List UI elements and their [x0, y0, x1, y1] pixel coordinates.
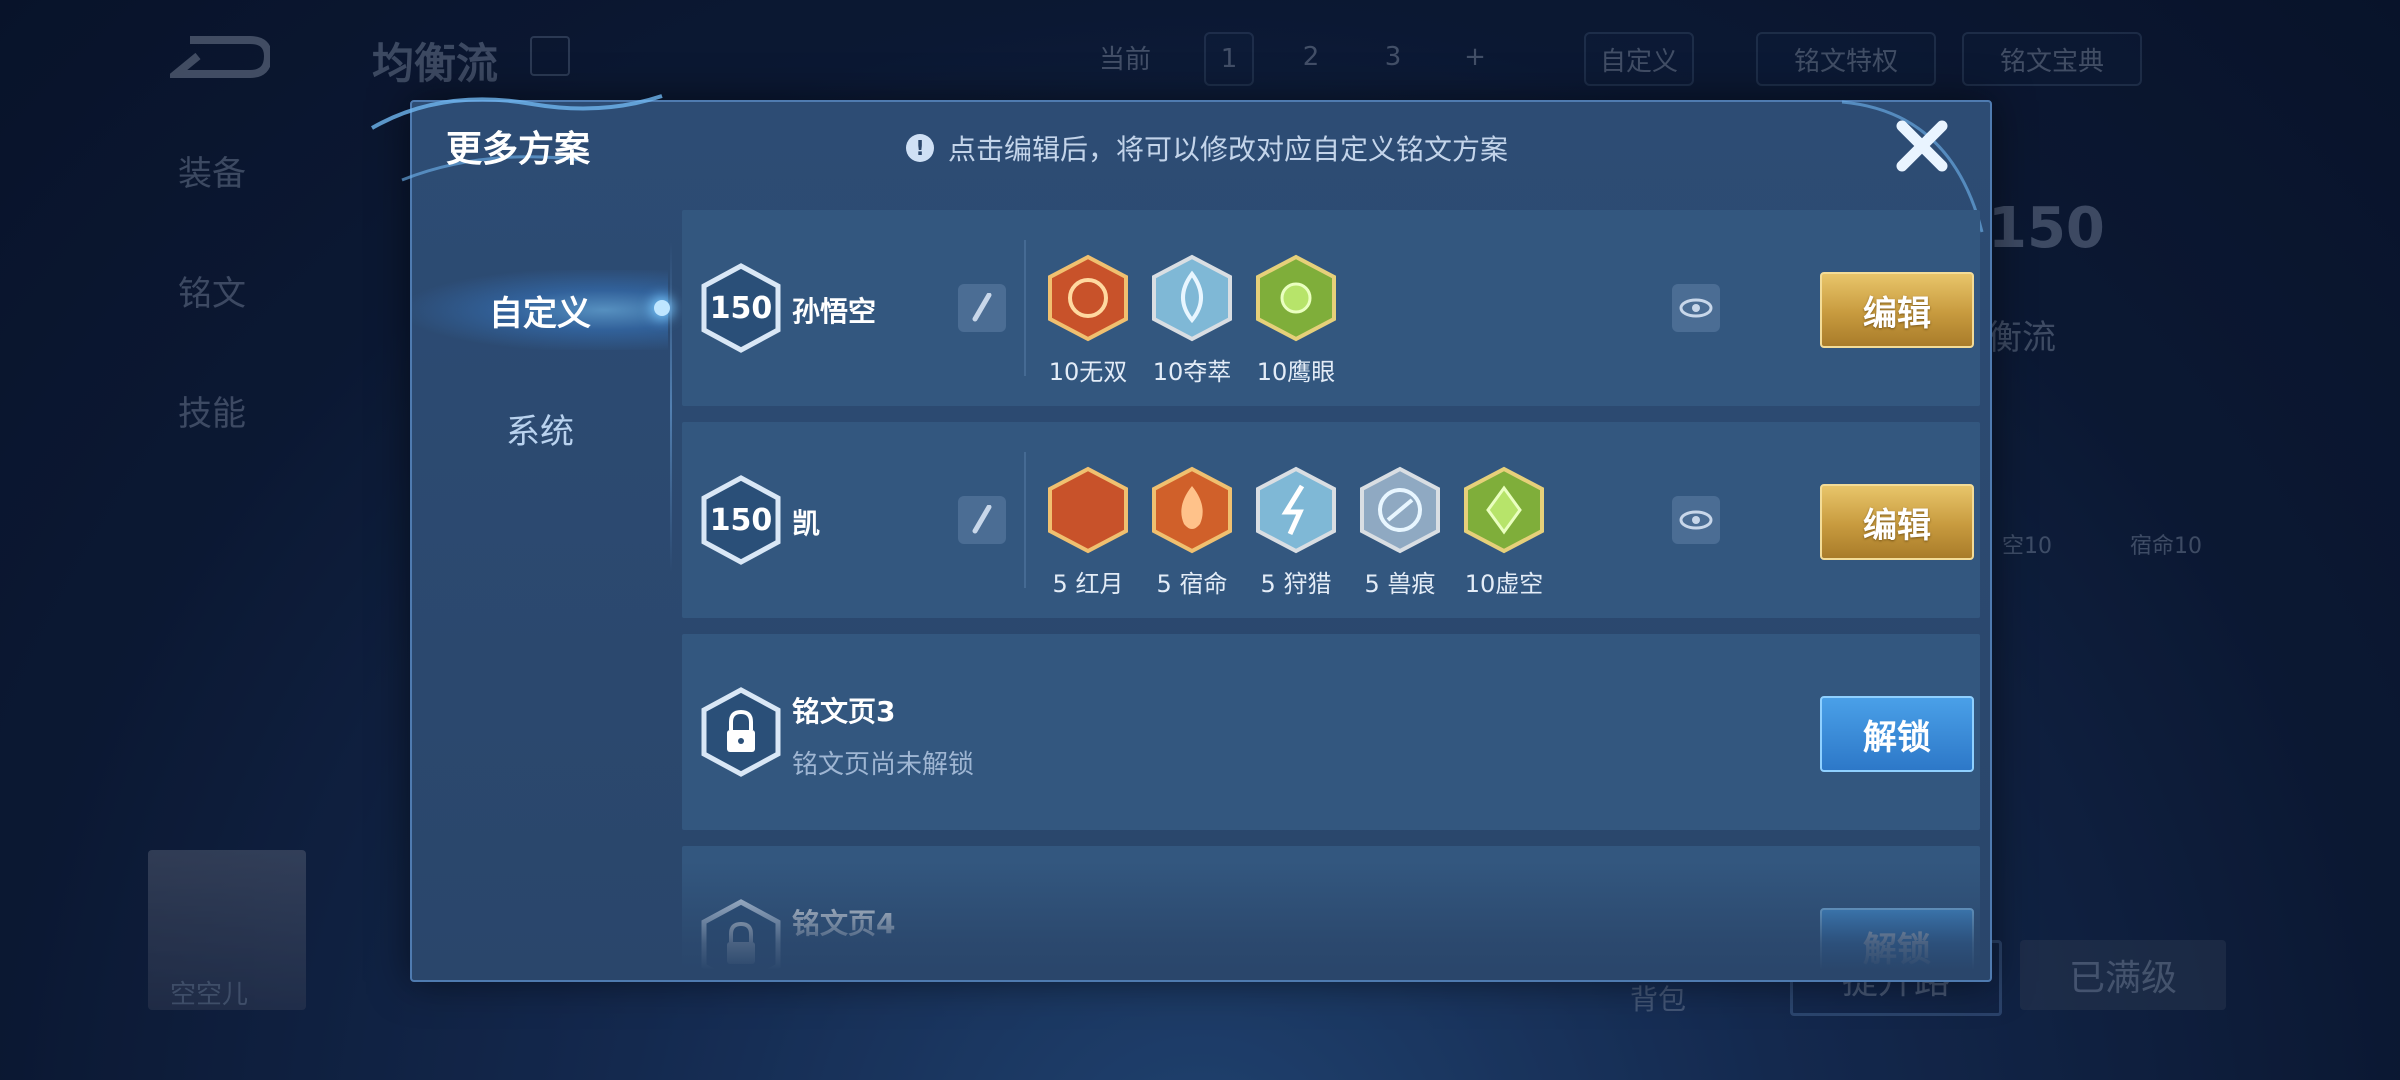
rune-icon [1048, 254, 1128, 342]
rune-label: 5 宿命 [1156, 570, 1228, 598]
rune-icon [1256, 254, 1336, 342]
rune-label: 10无双 [1048, 358, 1128, 386]
rune-icon [1360, 466, 1440, 554]
row-divider [1024, 240, 1026, 376]
dialog-header: 更多方案 ! 点击编辑后，将可以修改对应自定义铭文方案 [412, 102, 1990, 190]
rune-icon [1256, 466, 1336, 554]
row-divider [1024, 452, 1026, 588]
pen-icon [972, 293, 992, 322]
dialog-title: 更多方案 [446, 129, 591, 170]
rename-button[interactable] [958, 496, 1006, 544]
locked-page-title: 铭文页3 [792, 695, 896, 728]
edit-button[interactable]: 编辑 [1820, 484, 1974, 560]
edit-button[interactable]: 编辑 [1820, 272, 1974, 348]
preview-button[interactable] [1672, 284, 1720, 332]
locked-page-subtitle: 铭文页尚未解锁 [792, 750, 975, 780]
scheme-tabs: 自定义 系统 [412, 190, 670, 970]
close-button[interactable] [1890, 114, 1954, 178]
locked-page-title: 铭文页4 [792, 907, 896, 940]
rune-label: 10夺萃 [1152, 358, 1232, 386]
tab-custom[interactable]: 自定义 [412, 270, 670, 350]
page-level: 150 [710, 503, 773, 538]
level-hexagon-icon: 150 [701, 475, 781, 565]
rune-label: 5 狩猎 [1260, 570, 1332, 598]
info-icon: ! [906, 134, 934, 162]
eye-icon [1679, 298, 1713, 318]
tab-system[interactable]: 系统 [412, 388, 668, 468]
more-schemes-dialog: 更多方案 ! 点击编辑后，将可以修改对应自定义铭文方案 自定义 系统 150 孙… [371, 94, 1992, 982]
unlock-button[interactable]: 解锁 [1820, 696, 1974, 772]
edit-hint-text: 点击编辑后，将可以修改对应自定义铭文方案 [948, 133, 1509, 166]
eye-icon [1679, 510, 1713, 530]
rune-page-row: 铭文页3 铭文页尚未解锁 解锁 [682, 634, 1980, 830]
rune-icon [1048, 466, 1128, 554]
lock-hexagon-icon [701, 899, 781, 970]
rune-page-row: 铭文页4 解锁 [682, 846, 1980, 970]
hero-name: 孙悟空 [792, 295, 877, 328]
rune-icon [1464, 466, 1544, 554]
rune-icon [1152, 466, 1232, 554]
unlock-button[interactable]: 解锁 [1820, 908, 1974, 970]
rune-page-row: 150 孙悟空 10无双 10夺萃 10鹰眼 编辑 [682, 210, 1980, 406]
rename-button[interactable] [958, 284, 1006, 332]
page-level: 150 [710, 291, 773, 326]
rune-label: 5 红月 [1052, 570, 1124, 598]
rune-label: 5 兽痕 [1364, 570, 1436, 598]
edit-hint: ! 点击编辑后，将可以修改对应自定义铭文方案 [906, 128, 1508, 168]
level-hexagon-icon: 150 [701, 263, 781, 353]
rune-label: 10鹰眼 [1256, 358, 1336, 386]
pen-icon [972, 505, 992, 534]
rune-label: 10虚空 [1464, 570, 1544, 598]
close-icon [1896, 120, 1948, 172]
rune-page-list[interactable]: 150 孙悟空 10无双 10夺萃 10鹰眼 编辑 150 凯 5 红月 5 宿… [682, 210, 1980, 970]
tab-divider [670, 242, 672, 572]
lock-hexagon-icon [701, 687, 781, 777]
rune-icon [1152, 254, 1232, 342]
rune-page-row: 150 凯 5 红月 5 宿命 5 狩猎 5 兽痕 10虚空 编辑 [682, 422, 1980, 618]
hero-name: 凯 [792, 507, 821, 540]
preview-button[interactable] [1672, 496, 1720, 544]
